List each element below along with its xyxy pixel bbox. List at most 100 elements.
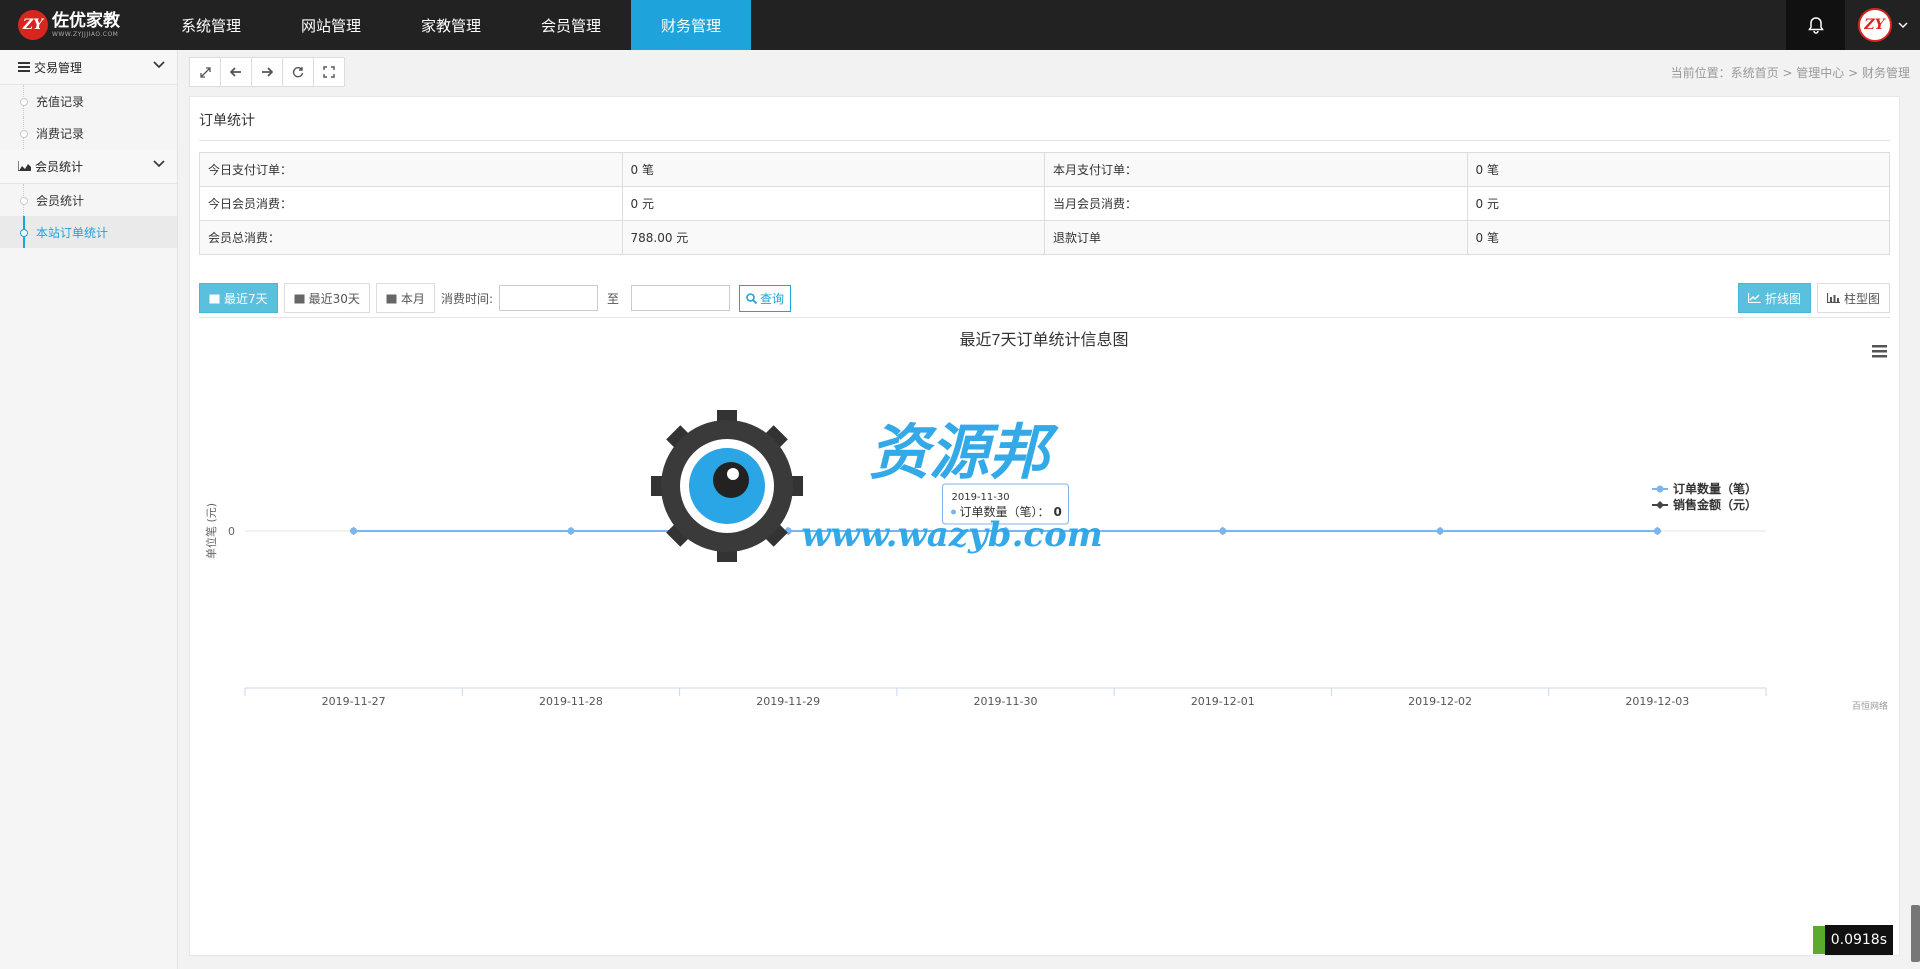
legend-marker <box>1656 501 1664 509</box>
back-button[interactable] <box>220 57 252 87</box>
last-7-days-button[interactable]: 最近7天 <box>199 283 278 313</box>
logo[interactable]: ZY 佐优家教 WWW.ZYJJJIAO.COM <box>0 0 140 50</box>
calendar-icon <box>294 294 305 303</box>
stat-label: 本月支付订单： <box>1044 152 1468 187</box>
toolbar <box>189 57 345 87</box>
sidebar-item-consume[interactable]: 消费记录 <box>0 117 177 149</box>
logo-mark: ZY <box>18 10 48 40</box>
watermark-pupil <box>713 462 749 498</box>
end-date-input[interactable] <box>631 285 730 311</box>
chart-title: 最近7天订单统计信息图 <box>960 331 1129 349</box>
stat-value: 0 笔 <box>1466 220 1890 255</box>
tooltip-marker <box>951 509 956 515</box>
fullscreen-icon <box>323 66 335 78</box>
query-button[interactable]: 查询 <box>739 284 792 312</box>
start-date-input[interactable] <box>498 285 598 311</box>
stat-label: 退款订单 <box>1044 220 1468 255</box>
table-row: 今日支付订单： 0 笔 本月支付订单： 0 笔 <box>199 152 1890 187</box>
x-tick-label: 2019-11-30 <box>974 695 1038 708</box>
page-timer: 0.0918s <box>1813 924 1893 956</box>
sidebar-item-order-stats[interactable]: 本站订单统计 <box>0 216 177 248</box>
legend-item: 销售金额（元） <box>1673 497 1757 512</box>
nav-tutor[interactable]: 家教管理 <box>391 0 511 50</box>
x-tick-label: 2019-11-27 <box>322 695 386 708</box>
notification-button[interactable] <box>1786 0 1845 50</box>
chart-credit: 百恒网络 <box>1852 700 1888 712</box>
to-label: 至 <box>606 291 619 306</box>
arrow-left-icon <box>230 67 241 77</box>
sidebar-item-recharge[interactable]: 充值记录 <box>0 85 177 117</box>
stat-label: 今日会员消费： <box>199 186 623 221</box>
page-title: 订单统计 <box>199 113 255 129</box>
x-tick-label: 2019-12-01 <box>1191 695 1255 708</box>
button-label: 查询 <box>760 291 785 306</box>
calendar-icon <box>386 294 397 303</box>
expand-button[interactable] <box>189 57 221 87</box>
y-tick-label: 0 <box>228 525 235 538</box>
timer-value: 0.0918s <box>1824 925 1893 955</box>
refresh-button[interactable] <box>282 57 314 87</box>
expand-icon <box>199 66 211 78</box>
user-menu[interactable]: ZY <box>1845 0 1920 50</box>
data-point <box>567 527 575 535</box>
button-label: 最近7天 <box>224 291 268 306</box>
chevron-down-icon <box>153 61 165 69</box>
logo-subtitle: WWW.ZYJJJIAO.COM <box>52 30 119 38</box>
stat-label: 今日支付订单： <box>199 152 623 187</box>
avatar: ZY <box>1857 8 1892 42</box>
stats-table: 今日支付订单： 0 笔 本月支付订单： 0 笔 今日会员消费： 0 元 当月会员… <box>199 152 1890 255</box>
nav-website[interactable]: 网站管理 <box>271 0 391 50</box>
last-30-days-button[interactable]: 最近30天 <box>283 283 370 313</box>
forward-button[interactable] <box>251 57 283 87</box>
order-stats-chart: 最近7天订单统计信息图单位笔 (元) 0 2019-11-27 2019-11-28 2… <box>204 331 1888 712</box>
menu-icon[interactable] <box>1872 345 1887 358</box>
stat-label: 当月会员消费： <box>1044 186 1468 221</box>
button-label: 本月 <box>400 291 425 306</box>
line-chart-button[interactable]: 折线图 <box>1737 283 1811 313</box>
main-nav: 系统管理 网站管理 家教管理 会员管理 财务管理 <box>151 0 751 50</box>
nav-finance[interactable]: 财务管理 <box>631 0 751 50</box>
stat-value: 0 笔 <box>1466 152 1890 187</box>
button-label: 柱型图 <box>1843 291 1880 306</box>
refresh-icon <box>292 67 304 78</box>
breadcrumb: 当前位置：系统首页 > 管理中心 > 财务管理 <box>1670 66 1910 80</box>
top-navbar: ZY 佐优家教 WWW.ZYJJJIAO.COM 系统管理 网站管理 家教管理 … <box>0 0 1920 50</box>
data-point <box>1436 527 1444 535</box>
button-label: 最近30天 <box>308 291 360 306</box>
stat-value: 0 笔 <box>621 152 1045 187</box>
line-chart-icon <box>1747 293 1761 303</box>
nav-system[interactable]: 系统管理 <box>151 0 271 50</box>
sidebar-group-trade[interactable]: 交易管理 <box>0 50 177 85</box>
x-tick-label: 2019-11-28 <box>539 695 603 708</box>
sidebar: 交易管理 充值记录 消费记录 会员统计 会员统计 本站订单统计 <box>0 50 178 969</box>
data-point <box>1219 527 1227 535</box>
sidebar-item-member-stats[interactable]: 会员统计 <box>0 184 177 216</box>
search-icon <box>746 292 757 304</box>
scrollbar-handle[interactable] <box>1911 905 1920 962</box>
logo-title: 佐优家教 <box>52 10 120 31</box>
filter-bar: 最近7天 最近30天 本月 消费时间: 至 查询 <box>199 283 792 313</box>
stat-value: 0 元 <box>621 186 1045 221</box>
stat-label: 会员总消费： <box>199 220 623 255</box>
watermark-title: 资源邦 <box>869 418 1059 488</box>
legend-item: 订单数量（笔） <box>1673 481 1757 496</box>
nav-member[interactable]: 会员管理 <box>511 0 631 50</box>
fullscreen-button[interactable] <box>313 57 345 87</box>
stat-value: 788.00 元 <box>621 220 1045 255</box>
bell-icon <box>1807 16 1824 34</box>
calendar-icon <box>209 294 220 303</box>
watermark-url: www.wazyb.com <box>801 515 1103 555</box>
sidebar-group-member-stats[interactable]: 会员统计 <box>0 149 177 184</box>
this-month-button[interactable]: 本月 <box>375 283 435 313</box>
list-icon <box>18 62 30 72</box>
area-chart-icon <box>18 161 31 171</box>
x-tick-label: 2019-12-02 <box>1408 695 1472 708</box>
chart-type-toggle: 折线图 柱型图 <box>1737 283 1890 313</box>
leaf-icon <box>1813 926 1825 954</box>
button-label: 折线图 <box>1764 291 1801 306</box>
arrow-right-icon <box>262 67 273 77</box>
sidebar-group-label: 交易管理 <box>34 60 83 75</box>
bar-chart-button[interactable]: 柱型图 <box>1816 283 1890 313</box>
y-axis-label: 单位笔 (元) <box>204 503 218 559</box>
chevron-down-icon <box>153 160 165 168</box>
